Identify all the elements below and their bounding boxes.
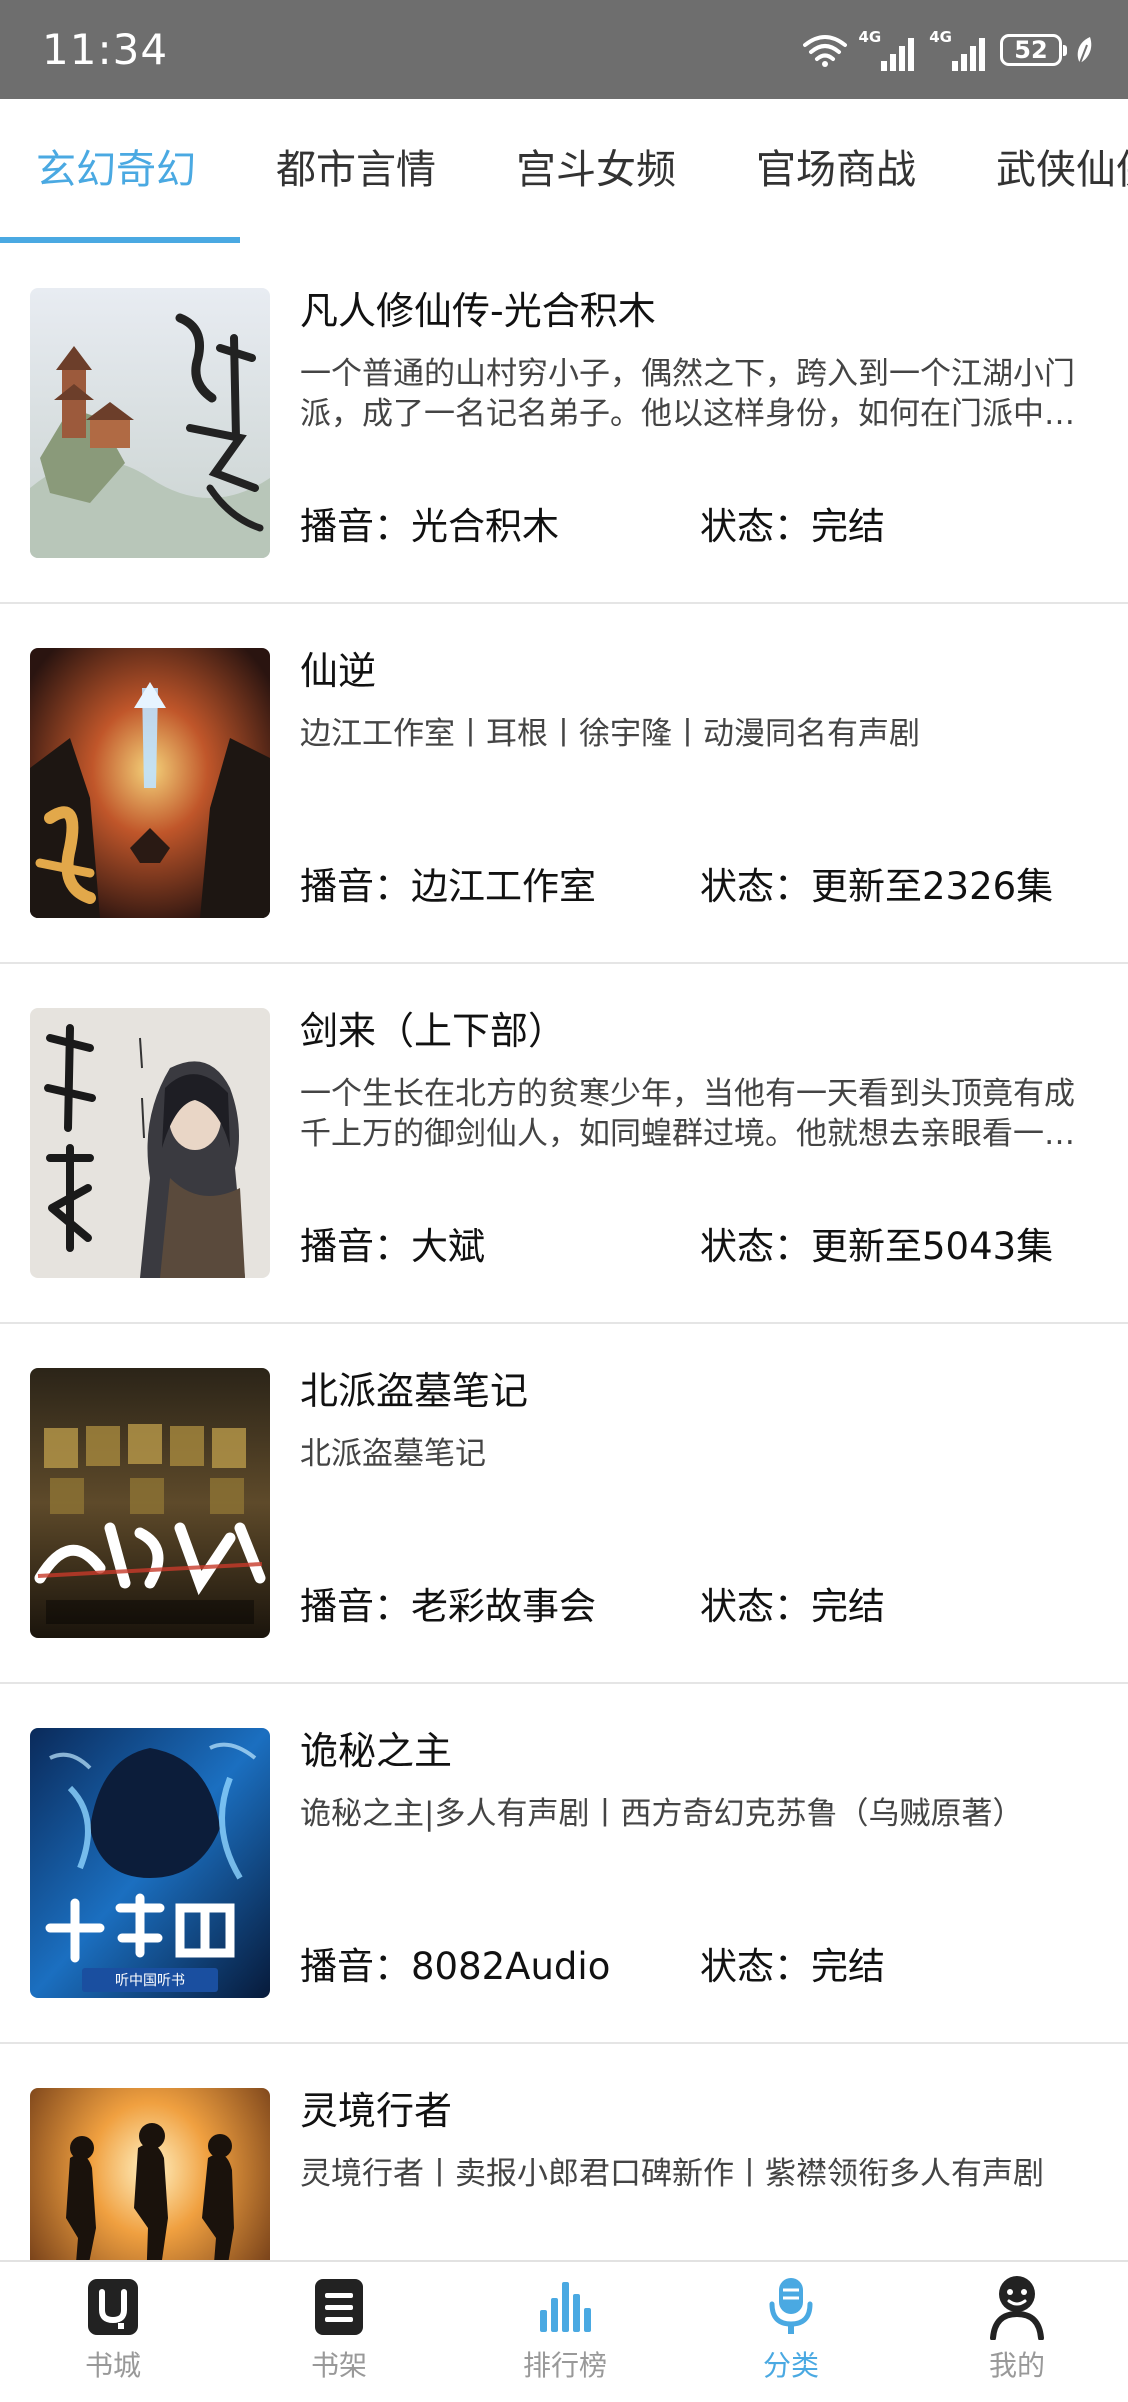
- book-description: 灵境行者丨卖报小郎君口碑新作丨紫襟领衔多人有声剧: [300, 2156, 1044, 2192]
- status-bar: 11:34 4G 4G 52: [0, 0, 1128, 99]
- book-title[interactable]: 仙逆: [300, 646, 376, 696]
- nav-label: 书城: [84, 2349, 141, 2382]
- network-type-2: 4G: [929, 28, 952, 46]
- book-meta: 播音：光合积木 状态：完结: [300, 502, 1110, 552]
- book-title[interactable]: 诡秘之主: [300, 1726, 452, 1776]
- nav-label: 排行榜: [522, 2349, 607, 2382]
- book-item[interactable]: 听中国听书 诡秘之主 诡秘之主|多人有声剧丨西方奇幻克苏鲁（乌贼原著） 播音：8…: [0, 1684, 1128, 2044]
- book-meta: 播音：边江工作室 状态：更新至2326集: [300, 862, 1110, 912]
- book-status: 状态：更新至2326集: [700, 865, 1054, 908]
- book-title[interactable]: 凡人修仙传-光合积木: [300, 286, 656, 336]
- tab-gongdou[interactable]: 宫斗女频: [516, 144, 676, 196]
- profile-icon: [984, 2274, 1050, 2340]
- network-type-1: 4G: [858, 28, 882, 46]
- book-narrator: 播音：8082Audio: [300, 1945, 611, 1988]
- book-cover[interactable]: 听中国听书: [30, 1728, 270, 1998]
- signal-1-icon: 4G: [859, 29, 918, 71]
- tab-wuxia[interactable]: 武侠仙侠: [996, 144, 1128, 196]
- book-status: 状态：完结: [700, 505, 885, 548]
- book-item[interactable]: 凡人修仙传-光合积木 一个普通的山村穷小子，偶然之下，跨入到一个江湖小门派，成了…: [0, 244, 1128, 604]
- book-meta: 播音：8082Audio 状态：完结: [300, 1942, 1110, 1992]
- book-item[interactable]: 北派盗墓笔记 北派盗墓笔记 播音：老彩故事会 状态：完结: [0, 1324, 1128, 1684]
- book-item[interactable]: 灵境行者 灵境行者丨卖报小郎君口碑新作丨紫襟领衔多人有声剧: [0, 2044, 1128, 2260]
- book-item[interactable]: 剑来（上下部） 一个生长在北方的贫寒少年，当他有一天看到头顶竟有成千上万的御剑仙…: [0, 964, 1128, 1324]
- book-status: 状态：完结: [700, 1585, 885, 1628]
- tab-xuanhuan[interactable]: 玄幻奇幻: [36, 144, 196, 196]
- battery-icon: 52: [1000, 34, 1067, 66]
- nav-bookshelf[interactable]: 书架: [226, 2262, 452, 2402]
- book-description: 一个生长在北方的贫寒少年，当他有一天看到头顶竟有成千上万的御剑仙人，如同蝗群过境…: [300, 1076, 1075, 1152]
- status-icons: 4G 4G 52: [802, 26, 1095, 74]
- book-item[interactable]: 仙逆 边江工作室丨耳根丨徐宇隆丨动漫同名有声剧 播音：边江工作室 状态：更新至2…: [0, 604, 1128, 964]
- nav-ranking[interactable]: 排行榜: [452, 2262, 678, 2402]
- signal-2-icon: 4G: [929, 29, 988, 71]
- book-title[interactable]: 北派盗墓笔记: [300, 1366, 528, 1416]
- ranking-icon: [532, 2274, 598, 2340]
- book-cover[interactable]: [30, 288, 270, 558]
- book-status: 状态：完结: [700, 1945, 885, 1988]
- book-title[interactable]: 灵境行者: [300, 2086, 452, 2136]
- book-cover[interactable]: [30, 2088, 270, 2260]
- leaf-icon: [1074, 35, 1094, 65]
- cover-badge: 听中国听书: [115, 1973, 185, 1989]
- nav-label: 我的: [988, 2349, 1045, 2382]
- book-cover[interactable]: [30, 648, 270, 918]
- wifi-icon: [802, 33, 847, 67]
- book-cover[interactable]: [30, 1008, 270, 1278]
- store-icon: [80, 2274, 146, 2340]
- book-description: 诡秘之主|多人有声剧丨西方奇幻克苏鲁（乌贼原著）: [300, 1796, 1024, 1832]
- book-description: 北派盗墓笔记: [300, 1436, 486, 1472]
- book-description: 一个普通的山村穷小子，偶然之下，跨入到一个江湖小门派，成了一名记名弟子。他以这样…: [300, 356, 1075, 432]
- tab-dushi[interactable]: 都市言情: [276, 144, 436, 196]
- battery-level: 52: [1014, 36, 1048, 64]
- book-description: 边江工作室丨耳根丨徐宇隆丨动漫同名有声剧: [300, 716, 920, 752]
- nav-profile[interactable]: 我的: [904, 2262, 1128, 2402]
- book-meta: 播音：老彩故事会 状态：完结: [300, 1582, 1110, 1632]
- bookshelf-icon: [306, 2274, 372, 2340]
- book-narrator: 播音：光合积木: [300, 505, 559, 548]
- status-time: 11:34: [42, 25, 169, 74]
- nav-label: 书架: [310, 2349, 367, 2382]
- nav-label: 分类: [762, 2349, 819, 2382]
- nav-category[interactable]: 分类: [678, 2262, 904, 2402]
- bottom-nav: 书城 书架 排行榜 分类 我的: [0, 2260, 1128, 2400]
- active-tab-indicator: [0, 237, 240, 243]
- nav-store[interactable]: 书城: [0, 2262, 226, 2402]
- microphone-icon: [758, 2274, 824, 2340]
- book-narrator: 播音：大斌: [300, 1225, 485, 1268]
- tab-guanchang[interactable]: 官场商战: [756, 144, 916, 196]
- book-narrator: 播音：老彩故事会: [300, 1585, 596, 1628]
- book-cover[interactable]: [30, 1368, 270, 1638]
- book-status: 状态：更新至5043集: [700, 1225, 1054, 1268]
- book-list: 凡人修仙传-光合积木 一个普通的山村穷小子，偶然之下，跨入到一个江湖小门派，成了…: [0, 244, 1128, 2260]
- category-tabs: 玄幻奇幻 都市言情 宫斗女频 官场商战 武侠仙侠: [0, 99, 1128, 244]
- book-narrator: 播音：边江工作室: [300, 865, 596, 908]
- book-meta: 播音：大斌 状态：更新至5043集: [300, 1222, 1110, 1272]
- book-title[interactable]: 剑来（上下部）: [300, 1006, 566, 1056]
